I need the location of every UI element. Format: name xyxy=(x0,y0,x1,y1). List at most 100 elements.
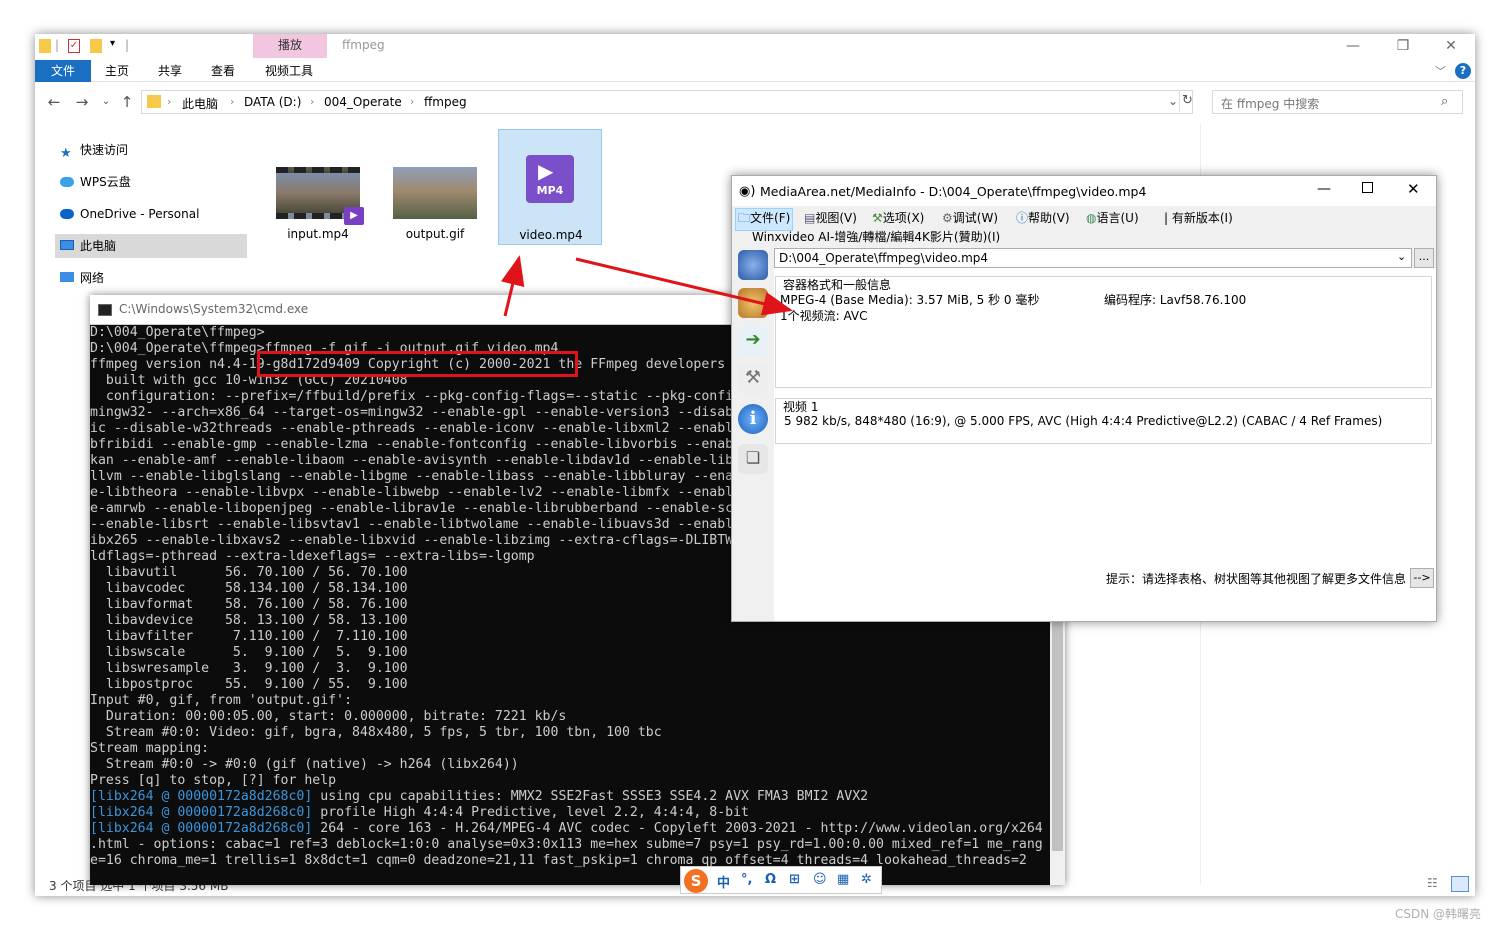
mp4-badge: MP4 xyxy=(536,184,564,197)
tab-play-context[interactable]: 播放 xyxy=(253,34,327,58)
menu-view[interactable]: ▤视图(V) xyxy=(804,209,857,226)
tab-share[interactable]: 共享 xyxy=(150,60,190,82)
file-select-combo[interactable]: D:\004_Operate\ffmpeg\video.mp4 ⌄ xyxy=(774,248,1412,268)
info-icon[interactable]: i xyxy=(738,404,768,434)
nav-item-this-pc[interactable]: 此电脑 xyxy=(55,234,247,258)
menu-help[interactable]: ⓘ帮助(V) xyxy=(1016,209,1070,226)
cmd-line-text: using cpu capabilities: MMX2 SSE2Fast SS… xyxy=(312,789,869,804)
cmd-line: e=16 chroma_me=1 trellis=1 8x8dct=1 cqm=… xyxy=(90,853,1050,869)
menu-language[interactable]: ◍语言(U) xyxy=(1086,209,1139,226)
globe-icon: ◍ xyxy=(1086,211,1097,225)
refresh-icon[interactable]: ↻ xyxy=(1182,93,1193,108)
open-file-sidebar-icon[interactable] xyxy=(738,250,768,280)
mediainfo-logo-icon: ◉) xyxy=(739,184,756,199)
help-icon[interactable]: ? xyxy=(1455,63,1471,79)
menu-debug[interactable]: ⚙调试(W) xyxy=(942,209,998,226)
breadcrumb-drive[interactable]: DATA (D:) xyxy=(244,95,301,109)
ime-emoji-icon[interactable]: ☺ xyxy=(813,872,827,887)
properties-icon[interactable]: ✓ xyxy=(68,39,80,53)
preferences-icon[interactable]: ⚒ xyxy=(738,364,768,394)
close-icon[interactable]: ✕ xyxy=(1429,36,1473,58)
breadcrumb-this-pc[interactable]: 此电脑 xyxy=(182,95,218,112)
export-icon[interactable]: ➔ xyxy=(738,326,768,356)
cmd-line-text: D:\004_Operate\ffmpeg> xyxy=(90,325,265,340)
cmd-line: Duration: 00:00:05.00, start: 0.000000, … xyxy=(90,709,1050,725)
sponsor-link[interactable]: Winxvideo AI-增強/轉檔/編輯4K影片(贊助)(I) xyxy=(752,228,1000,245)
nav-item-onedrive[interactable]: OneDrive - Personal xyxy=(55,202,247,226)
forward-icon[interactable]: → xyxy=(72,92,92,112)
nav-item-wps-cloud[interactable]: WPS云盘 xyxy=(55,170,247,194)
browse-button[interactable]: ... xyxy=(1414,248,1434,268)
tab-file[interactable]: 文件 xyxy=(35,60,91,82)
recent-dropdown-icon[interactable]: ⌄ xyxy=(96,92,116,112)
search-icon[interactable]: ⌕ xyxy=(1441,94,1448,109)
knowledge-base-icon[interactable]: ❏ xyxy=(738,444,768,474)
general-group: 容器格式和一般信息 MPEG-4 (Base Media): 3.57 MiB,… xyxy=(775,276,1432,388)
onedrive-icon xyxy=(60,209,74,219)
mediainfo-window: ◉) MediaArea.net/MediaInfo - D:\004_Oper… xyxy=(731,175,1437,622)
ime-chinese-mode[interactable]: 中 xyxy=(717,872,730,891)
up-icon[interactable]: ↑ xyxy=(117,92,137,112)
tab-home[interactable]: 主页 xyxy=(97,60,137,82)
cmd-line-text: libswscale 5. 9.100 / 5. 9.100 xyxy=(90,645,408,660)
chevron-down-icon[interactable]: ⌄ xyxy=(1397,250,1406,263)
file-name: output.gif xyxy=(405,227,465,241)
cmd-line: Stream #0:0 -> #0:0 (gif (native) -> h26… xyxy=(90,757,1050,773)
minimize-icon[interactable]: — xyxy=(1331,36,1375,58)
details-view-icon[interactable]: ☷ xyxy=(1427,876,1438,890)
file-item[interactable]: output.gif xyxy=(383,129,487,245)
cmd-line-text: 264 - core 163 - H.264/MPEG-4 AVC codec … xyxy=(312,821,1043,836)
maximize-icon[interactable] xyxy=(1362,182,1373,193)
large-icons-view-icon[interactable] xyxy=(1451,876,1469,892)
cmd-line: libswresample 3. 9.100 / 3. 9.100 xyxy=(90,661,1050,677)
file-item[interactable]: ▶ input.mp4 xyxy=(266,129,370,245)
folder-icon xyxy=(147,95,161,108)
new-folder-icon[interactable] xyxy=(90,39,102,53)
ime-keyboard-icon[interactable]: ⊞ xyxy=(789,872,800,887)
nav-item-label: OneDrive - Personal xyxy=(80,207,200,221)
search-input[interactable]: 在 ffmpeg 中搜索 ⌕ xyxy=(1212,90,1463,114)
play-icon: ▶ xyxy=(538,159,554,183)
sogou-logo-icon[interactable]: S xyxy=(684,869,708,893)
tab-view[interactable]: 查看 xyxy=(203,60,243,82)
tab-video-tools[interactable]: 视频工具 xyxy=(257,60,321,82)
breadcrumb-separator: › xyxy=(310,95,315,108)
menu-new-version[interactable]: | 有新版本(I) xyxy=(1164,209,1233,226)
ime-symbol-icon[interactable]: Ω xyxy=(765,872,776,887)
minimize-icon[interactable]: — xyxy=(1317,181,1331,197)
divider: | xyxy=(55,38,60,52)
general-format: MPEG-4 (Base Media): 3.57 MiB, 5 秒 0 毫秒 xyxy=(780,293,1040,307)
file-name: input.mp4 xyxy=(287,227,349,241)
breadcrumb-ffmpeg[interactable]: ffmpeg xyxy=(424,95,467,109)
folder-icon xyxy=(39,39,51,53)
breadcrumb-separator: › xyxy=(167,95,172,108)
address-bar[interactable]: › 此电脑 › DATA (D:) › 004_Operate › ffmpeg… xyxy=(141,90,1193,114)
restore-icon[interactable]: ❐ xyxy=(1381,36,1425,58)
close-icon[interactable]: ✕ xyxy=(1407,180,1420,198)
open-folder-sidebar-icon[interactable] xyxy=(738,288,768,318)
ime-punctuation-icon[interactable]: °, xyxy=(741,872,752,887)
menu-label: 帮助(V) xyxy=(1028,211,1070,225)
expand-ribbon-icon[interactable]: ﹀ xyxy=(1435,63,1446,79)
libx264-prefix: [libx264 @ 00000172a8d268c0] xyxy=(90,821,313,836)
ime-skin-icon[interactable]: ✲ xyxy=(861,872,872,887)
divider xyxy=(1179,92,1180,112)
video-header: 视频 1 xyxy=(783,400,819,414)
cmd-line-text: libavformat 58. 76.100 / 58. 76.100 xyxy=(90,597,408,612)
back-icon[interactable]: ← xyxy=(44,92,64,112)
ime-toolbox-icon[interactable]: ▦ xyxy=(837,872,849,887)
nav-item-label: 快速访问 xyxy=(80,143,129,157)
cmd-line-text: libswresample 3. 9.100 / 3. 9.100 xyxy=(90,661,408,676)
customize-quick-access-icon[interactable]: ▾ xyxy=(110,38,115,49)
open-file-icon: 🗀 xyxy=(738,211,751,225)
menu-options[interactable]: ⚒选项(X) xyxy=(872,209,924,226)
star-icon: ★ xyxy=(60,146,72,161)
nav-item-network[interactable]: 网络 xyxy=(55,266,247,290)
cmd-line-text: Press [q] to stop, [?] for help xyxy=(90,773,337,788)
watermark: CSDN @韩曙亮 xyxy=(1395,907,1482,921)
file-item-selected[interactable]: ▶ MP4 video.mp4 xyxy=(498,129,602,245)
nav-item-quick-access[interactable]: ★ 快速访问 xyxy=(55,138,247,162)
chevron-down-icon[interactable]: ⌄ xyxy=(1168,94,1178,108)
hint-next-button[interactable]: --> xyxy=(1410,568,1434,588)
breadcrumb-operate[interactable]: 004_Operate xyxy=(324,95,402,109)
